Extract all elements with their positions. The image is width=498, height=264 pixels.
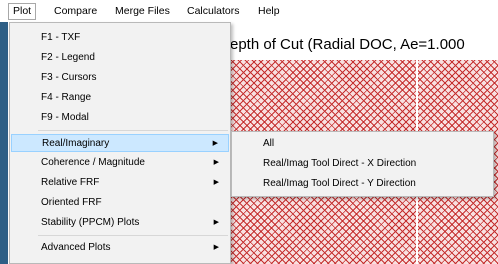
menu-item-label: Real/Imag Tool Direct - Y Direction <box>263 178 416 189</box>
menu-item-f4-range[interactable]: F4 - Range <box>11 89 229 107</box>
menu-item-label: Real/Imaginary <box>42 138 110 149</box>
chevron-right-icon: ▶ <box>212 140 218 147</box>
menu-separator <box>38 235 228 236</box>
chevron-right-icon: ▶ <box>213 179 219 186</box>
menu-separator <box>38 130 228 131</box>
chevron-right-icon: ▶ <box>213 244 219 251</box>
plot-dropdown-menu: F1 - TXF F2 - Legend F3 - Cursors F4 - R… <box>9 22 231 264</box>
menu-item-relative-frf[interactable]: Relative FRF ▶ <box>11 174 229 192</box>
menu-item-oriented-frf[interactable]: Oriented FRF <box>11 194 229 212</box>
menu-item-real-imaginary[interactable]: Real/Imaginary ▶ <box>11 134 229 152</box>
menu-plot[interactable]: Plot <box>8 3 37 20</box>
menu-item-stability-ppcm-plots[interactable]: Stability (PPCM) Plots ▶ <box>11 214 229 232</box>
menu-item-f3-cursors[interactable]: F3 - Cursors <box>11 69 229 87</box>
chevron-right-icon: ▶ <box>213 159 219 166</box>
submenu-item-y-direction[interactable]: Real/Imag Tool Direct - Y Direction <box>233 175 492 193</box>
menu-item-f2-legend[interactable]: F2 - Legend <box>11 49 229 67</box>
menu-item-label: Real/Imag Tool Direct - X Direction <box>263 158 417 169</box>
menu-item-label: Relative FRF <box>41 177 100 188</box>
chevron-right-icon: ▶ <box>213 219 219 226</box>
menu-item-label: All <box>263 138 275 149</box>
plot-left-border <box>0 22 8 264</box>
menu-item-label: F4 - Range <box>41 92 92 103</box>
menu-merge-files[interactable]: Merge Files <box>111 4 174 19</box>
menu-item-advanced-plots[interactable]: Advanced Plots ▶ <box>11 239 229 257</box>
plot-title: epth of Cut (Radial DOC, Ae=1.000 <box>230 36 465 53</box>
submenu-item-x-direction[interactable]: Real/Imag Tool Direct - X Direction <box>233 155 492 173</box>
real-imaginary-submenu: All Real/Imag Tool Direct - X Direction … <box>231 131 494 197</box>
menu-calculators[interactable]: Calculators <box>183 4 244 19</box>
menu-item-label: F1 - TXF <box>41 32 81 43</box>
menu-item-label: F2 - Legend <box>41 52 95 63</box>
menu-item-f9-modal[interactable]: F9 - Modal <box>11 109 229 127</box>
menu-item-label: Oriented FRF <box>41 197 102 208</box>
menu-item-coherence-magnitude[interactable]: Coherence / Magnitude ▶ <box>11 154 229 172</box>
menu-bar: Plot Compare Merge Files Calculators Hel… <box>0 0 498 23</box>
menu-item-label: Advanced Plots <box>41 242 111 253</box>
menu-item-label: F3 - Cursors <box>41 72 97 83</box>
menu-item-label: Coherence / Magnitude <box>41 157 145 168</box>
menu-item-label: Stability (PPCM) Plots <box>41 217 140 228</box>
menu-item-f1-txf[interactable]: F1 - TXF <box>11 29 229 47</box>
menu-item-label: F9 - Modal <box>41 112 89 123</box>
menu-help[interactable]: Help <box>254 4 284 19</box>
submenu-item-all[interactable]: All <box>233 135 492 153</box>
menu-compare[interactable]: Compare <box>50 4 101 19</box>
